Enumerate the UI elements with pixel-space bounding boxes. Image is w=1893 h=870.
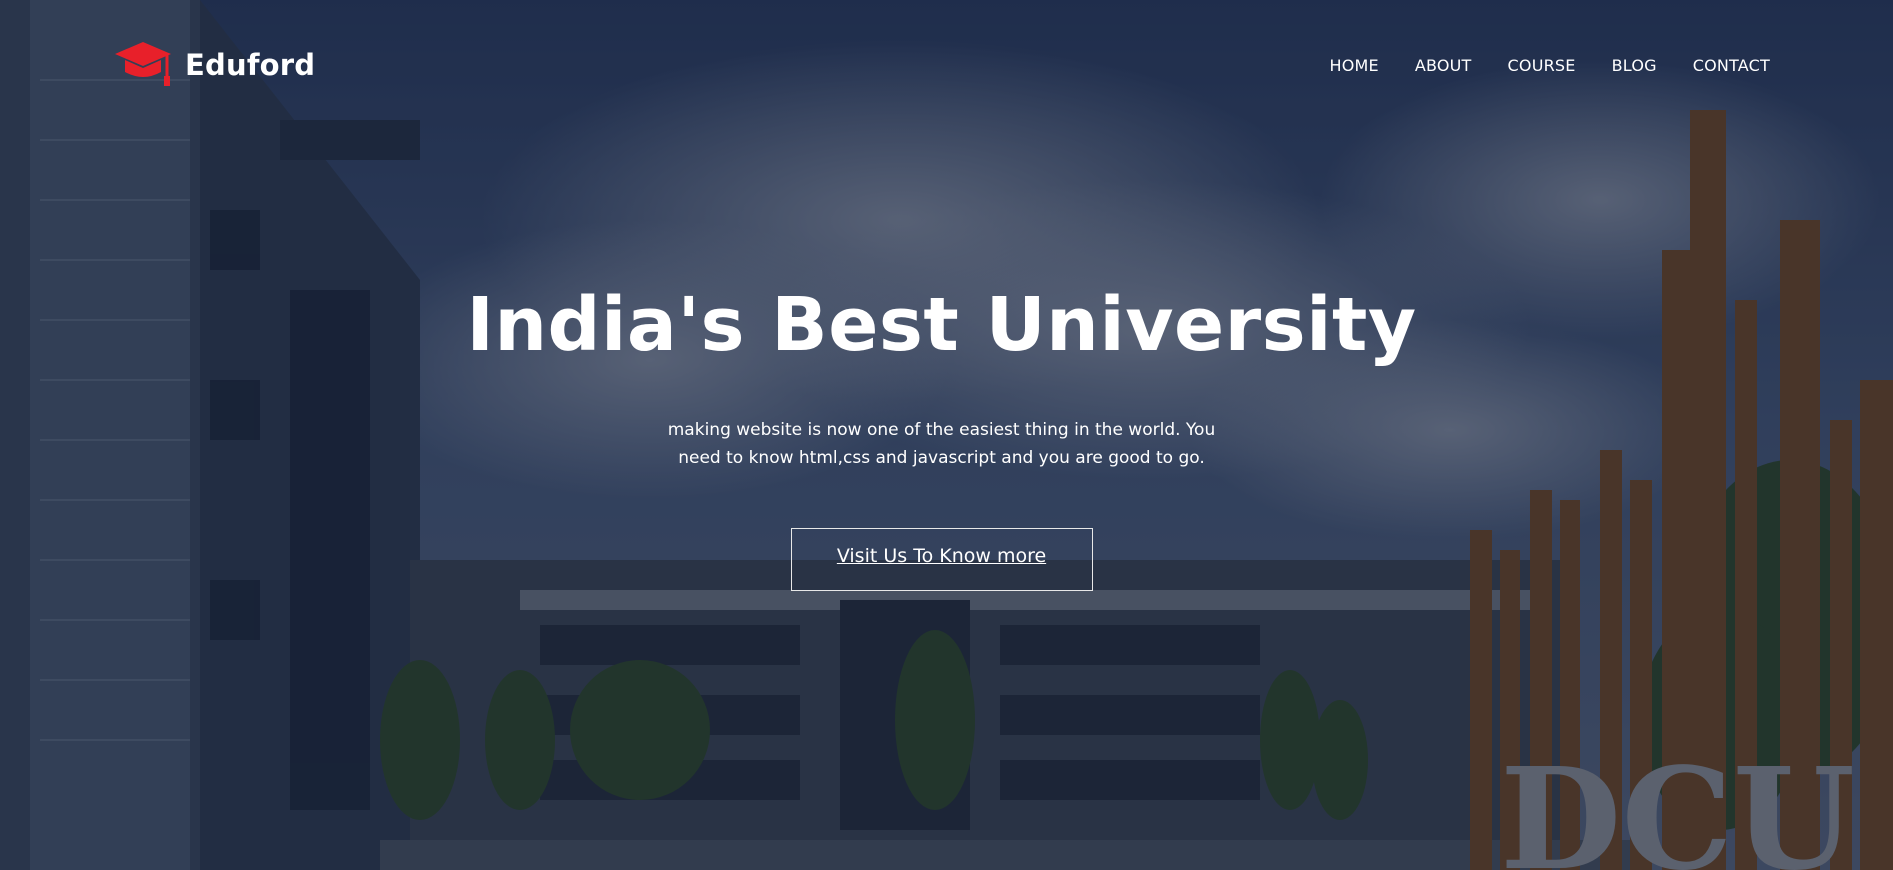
hero-section: DCU Eduford HOME ABOUT COURSE BLOG CONTA… (0, 0, 1893, 870)
hero-content: India's Best University making website i… (0, 282, 1893, 592)
hero-title: India's Best University (466, 282, 1417, 368)
nav-link-blog[interactable]: BLOG (1612, 56, 1657, 75)
nav-link-course[interactable]: COURSE (1508, 56, 1576, 75)
logo[interactable]: Eduford (113, 38, 315, 92)
nav-item-about: ABOUT (1415, 56, 1472, 75)
hero-subtitle: making website is now one of the easiest… (667, 420, 1216, 469)
nav-link-home[interactable]: HOME (1329, 56, 1378, 75)
visit-us-button[interactable]: Visit Us To Know more (790, 528, 1093, 592)
nav-link-contact[interactable]: CONTACT (1693, 56, 1770, 75)
nav-item-contact: CONTACT (1693, 56, 1770, 75)
navbar: Eduford HOME ABOUT COURSE BLOG CONTACT (0, 0, 1893, 120)
brand-name: Eduford (185, 48, 316, 82)
nav-menu: HOME ABOUT COURSE BLOG CONTACT (1329, 56, 1770, 75)
nav-link-about[interactable]: ABOUT (1415, 56, 1472, 75)
nav-item-blog: BLOG (1612, 56, 1657, 75)
nav-item-course: COURSE (1508, 56, 1576, 75)
graduation-cap-icon (115, 42, 171, 86)
nav-item-home: HOME (1329, 56, 1378, 75)
